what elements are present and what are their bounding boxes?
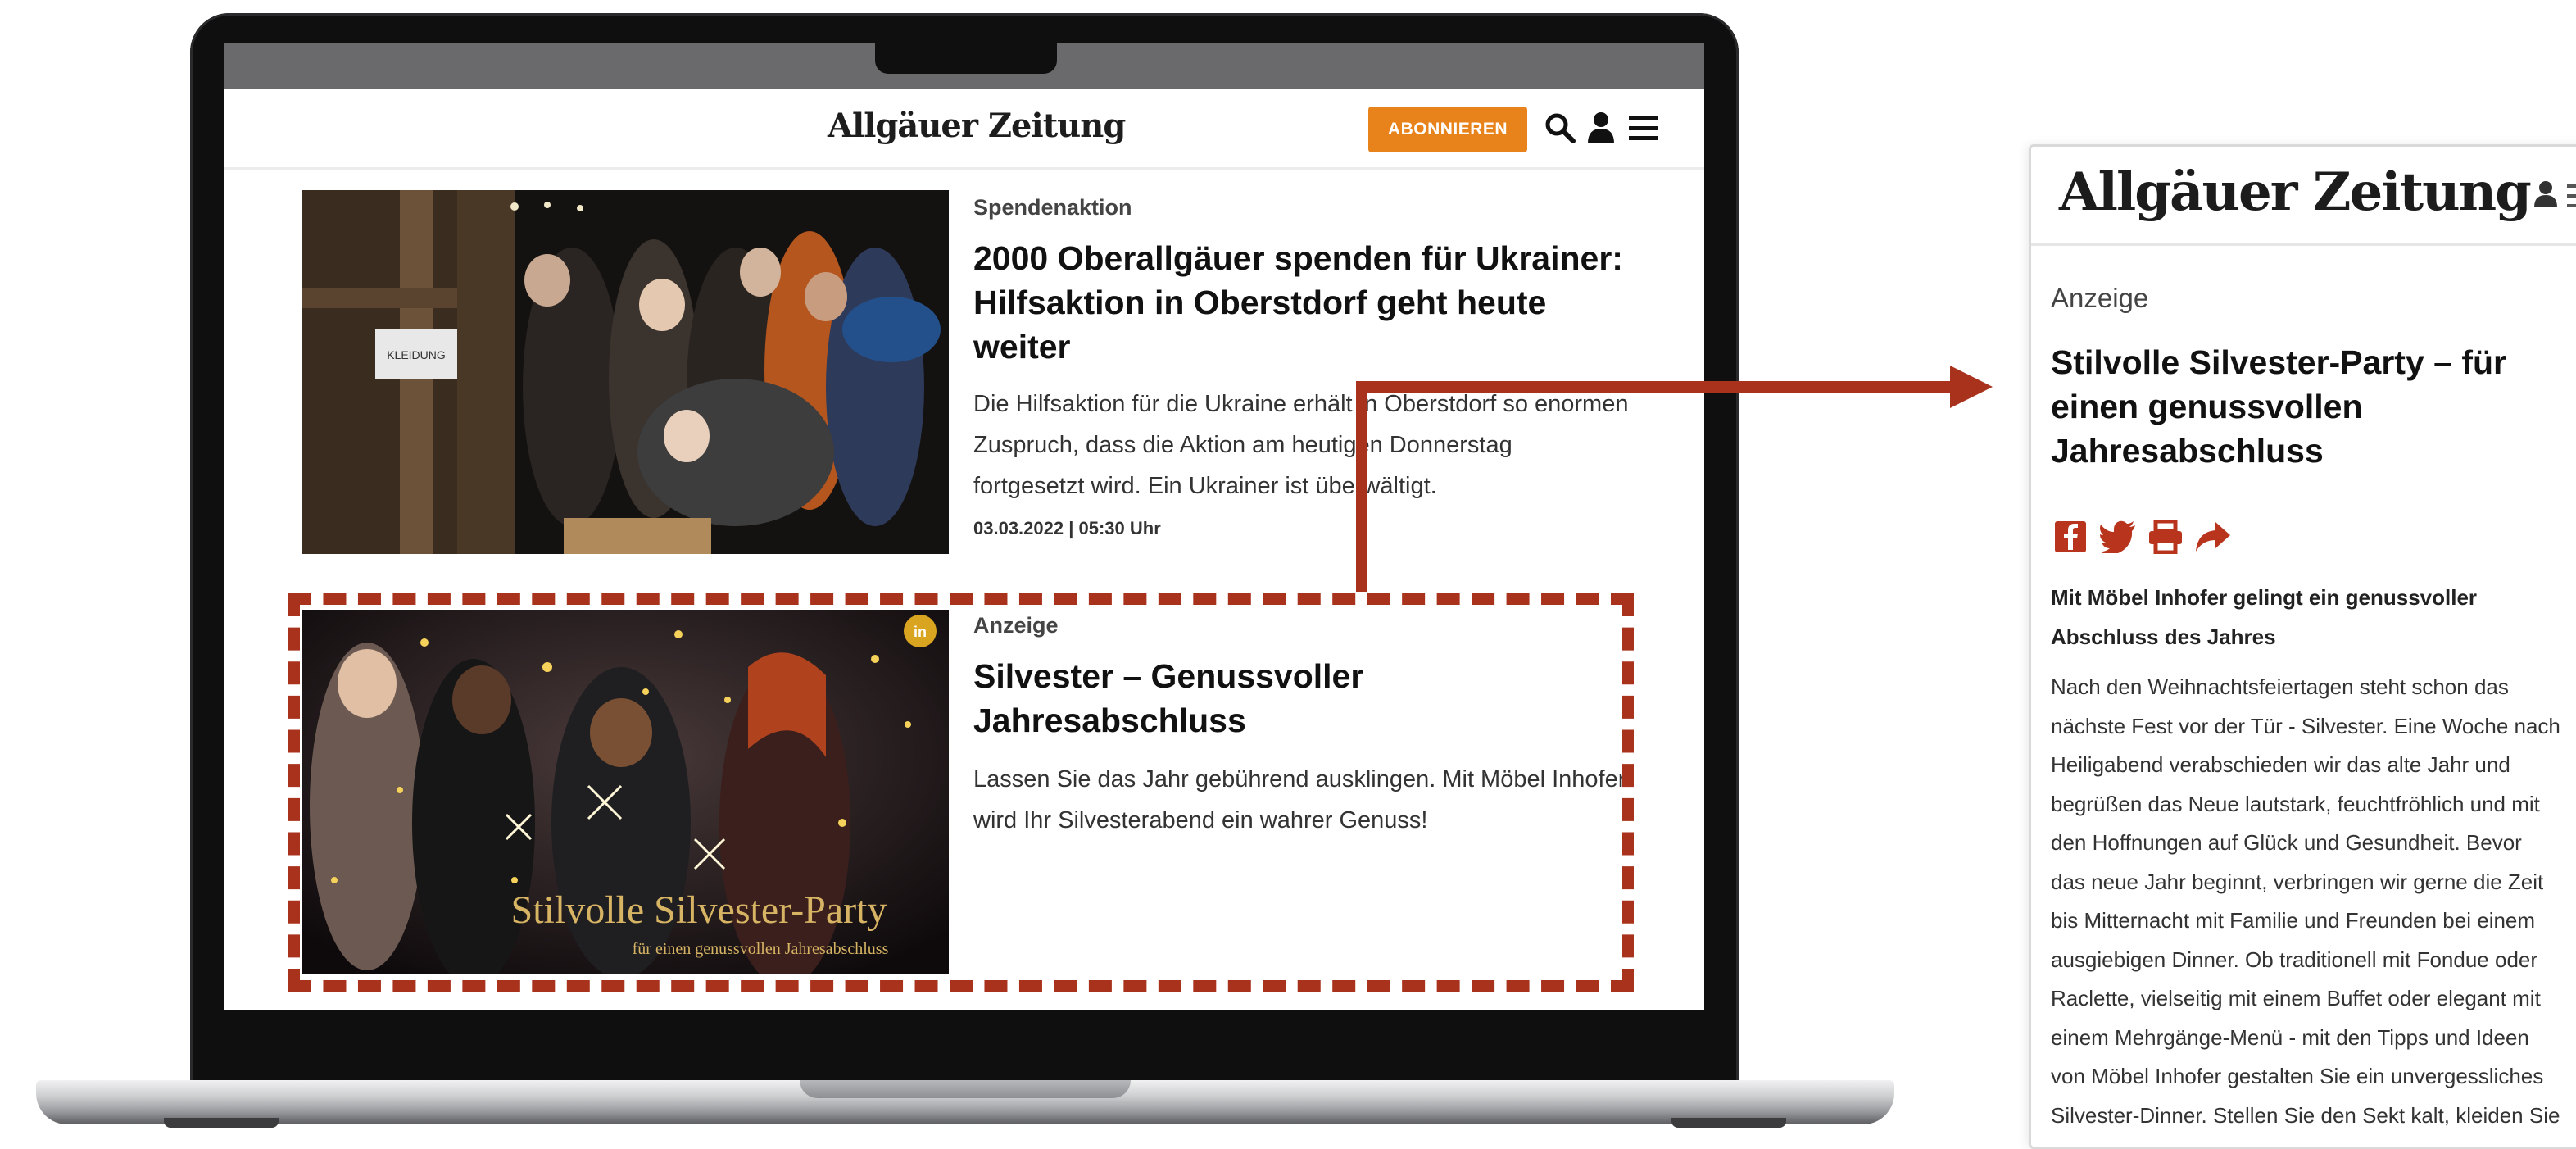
mobile-kicker: Anzeige	[2051, 283, 2149, 313]
user-icon[interactable]	[2533, 179, 2559, 213]
laptop-base-notch	[800, 1080, 1131, 1098]
laptop-screen: Allgäuer Zeitung ABONNIEREN KLEIDUNG Spe…	[224, 43, 1704, 1010]
laptop-camera-notch	[875, 38, 1057, 74]
article-kicker: Spendenaktion	[973, 195, 1132, 220]
subscribe-button[interactable]: ABONNIEREN	[1368, 107, 1527, 152]
menu-icon[interactable]	[1624, 107, 1663, 149]
site-header: Allgäuer Zeitung ABONNIEREN	[224, 89, 1704, 170]
article-teaser: Die Hilfsaktion für die Ukraine erhält i…	[973, 391, 1629, 499]
ad-title[interactable]: Silvester – Genussvoller Jahresabschluss	[973, 654, 1629, 743]
share-toolbar	[2051, 517, 2233, 556]
menu-icon[interactable]	[2565, 183, 2576, 213]
print-icon[interactable]	[2146, 517, 2185, 556]
mobile-site-logo[interactable]: Allgäuer Zeitung	[2059, 161, 2532, 223]
twitter-icon[interactable]	[2098, 517, 2138, 556]
mobile-article-title: Stilvolle Silvester-Party – für einen ge…	[2051, 343, 2507, 470]
clothing-sign-text: KLEIDUNG	[387, 348, 446, 361]
article-image-refugees[interactable]: KLEIDUNG	[302, 190, 949, 554]
mobile-subheading: Mit Möbel Inhofer gelingt ein genussvoll…	[2051, 585, 2478, 649]
article-title[interactable]: 2000 Oberallgäuer spenden für Ukrainer: …	[973, 236, 1629, 369]
ad-teaser: Lassen Sie das Jahr gebührend ausklingen…	[973, 766, 1626, 833]
ad-kicker: Anzeige	[973, 613, 1059, 638]
mobile-body-text: Nach den Weihnachtsfeiertagen steht scho…	[2051, 674, 2560, 1128]
search-icon[interactable]	[1540, 107, 1580, 149]
image-subcaption: für einen genussvollen Jahresabschluss	[633, 940, 889, 958]
share-icon[interactable]	[2193, 517, 2233, 556]
image-caption: Stilvolle Silvester-Party	[511, 888, 887, 932]
site-logo[interactable]: Allgäuer Zeitung	[828, 107, 1126, 145]
facebook-icon[interactable]	[2051, 517, 2090, 556]
user-icon[interactable]	[1581, 107, 1621, 149]
article-image-silvester-party[interactable]: in Stilvolle Silvester-Party für einen g…	[302, 610, 949, 974]
mobile-article-view: Allgäuer Zeitung Anzeige Stilvolle Silve…	[2029, 144, 2576, 1149]
mobile-header: Allgäuer Zeitung	[2031, 147, 2576, 246]
article-date: 03.03.2022 | 05:30 Uhr	[973, 518, 1161, 538]
laptop-foot	[164, 1118, 279, 1128]
svg-text:in: in	[914, 624, 927, 640]
laptop-foot	[1671, 1118, 1786, 1128]
